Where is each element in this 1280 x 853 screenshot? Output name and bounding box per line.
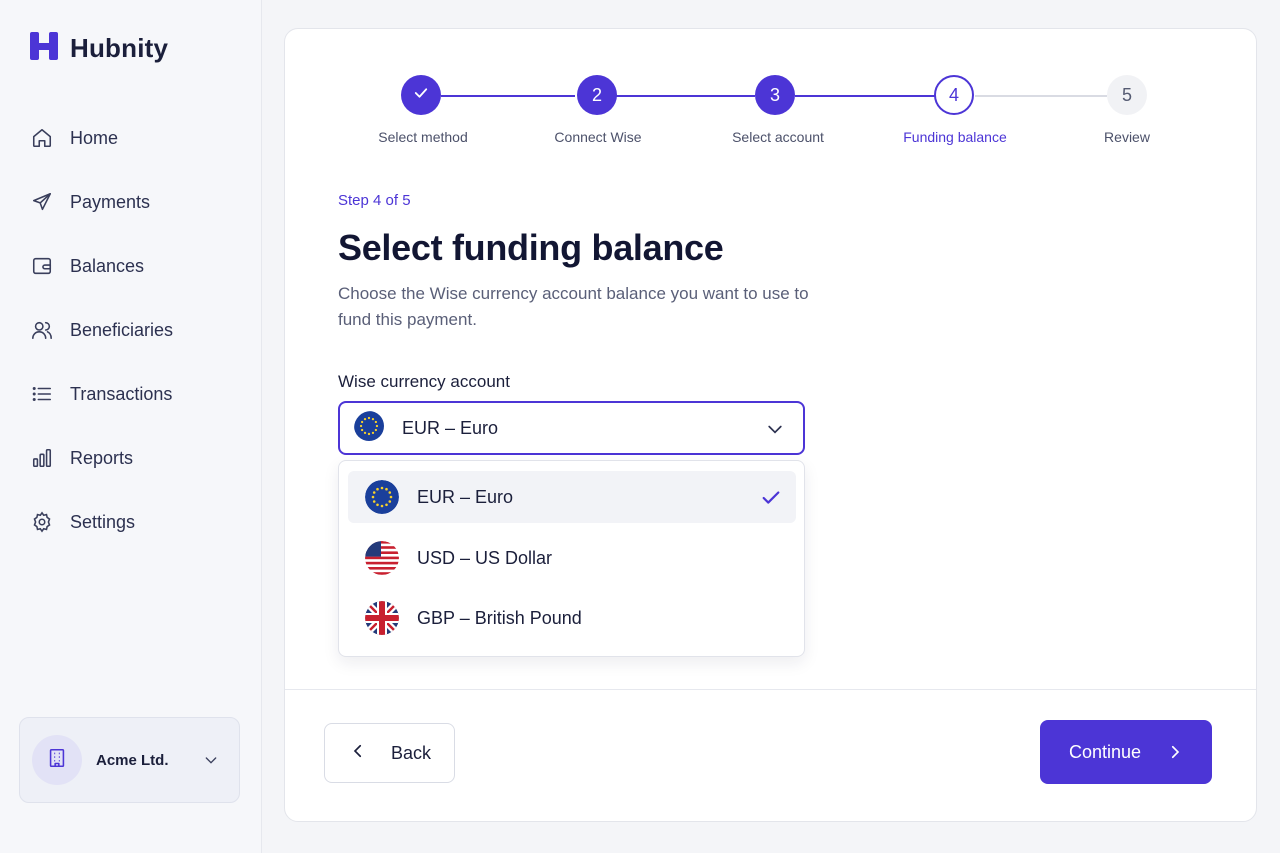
step-5-label: Review [1104,129,1150,145]
gear-icon [30,510,54,534]
step-connector [615,95,755,97]
step-connector [975,95,1107,97]
sidebar-item-transactions[interactable]: Transactions [0,362,262,426]
eu-flag-icon [354,411,388,445]
hubnity-logo-icon [28,30,60,67]
step-3-label: Select account [732,129,824,145]
option-usd[interactable]: USD – US Dollar [348,532,796,584]
chevron-right-icon [1166,743,1184,766]
field-label: Wise currency account [338,372,510,391]
step-4-label: Funding balance [903,129,1007,145]
brand-name: Hubnity [70,33,169,63]
page-subtitle: Choose the Wise currency account balance… [338,284,809,329]
sidebar-item-home[interactable]: Home [0,106,262,170]
sidebar-item-label: Settings [70,511,136,532]
step-5-circle: 5 [1107,75,1147,115]
avatar [32,735,82,785]
chevron-down-icon [765,419,785,444]
option-gbp[interactable]: GBP – British Pound [348,592,796,644]
sidebar-item-label: Reports [70,447,134,468]
back-button-label: Back [391,742,432,763]
building-icon [46,747,68,774]
list-icon [30,382,54,406]
footer-divider [285,689,1256,690]
us-flag-icon [365,541,399,575]
step-2-circle: 2 [577,75,617,115]
org-switcher[interactable]: Acme Ltd. [19,717,240,803]
chevron-down-icon [203,752,219,773]
users-icon [30,318,54,342]
sidebar-nav: Home Payments Balances Beneficiaries Tra… [0,106,262,554]
step-3-circle: 3 [755,75,795,115]
org-name: Acme Ltd. [96,751,169,769]
select-value: EUR – Euro [402,417,499,438]
step-4-circle: 4 [934,75,974,115]
currency-dropdown: EUR – Euro USD – US Dollar GBP – British… [338,460,805,657]
step-1-circle [401,75,441,115]
option-eur[interactable]: EUR – Euro [348,471,796,523]
currency-account-select[interactable]: EUR – Euro [338,401,805,455]
main-panel: 2 3 4 5 Select method Connect Wise Selec… [284,28,1257,822]
sidebar-item-label: Home [70,127,119,148]
page-title: Select funding balance [338,227,724,268]
step-count: Step 4 of 5 [338,192,411,209]
back-button[interactable]: Back [324,723,455,783]
uk-flag-icon [365,601,399,635]
sidebar-item-balances[interactable]: Balances [0,234,262,298]
sidebar-item-label: Transactions [70,383,173,404]
option-label: USD – US Dollar [417,547,553,568]
continue-button[interactable]: Continue [1040,720,1212,784]
continue-button-label: Continue [1069,741,1142,762]
sidebar-item-label: Balances [70,255,145,276]
send-icon [30,190,54,214]
bar-chart-icon [30,446,54,470]
step-connector [795,95,935,97]
step-2-label: Connect Wise [554,129,642,145]
option-label: GBP – British Pound [417,607,582,628]
step-1-label: Select method [378,129,468,145]
home-icon [30,126,54,150]
step-connector [441,95,575,97]
stepper: 2 3 4 5 Select method Connect Wise Selec… [285,29,1258,189]
check-icon [760,487,782,514]
brand[interactable]: Hubnity [28,30,168,67]
sidebar-item-payments[interactable]: Payments [0,170,262,234]
sidebar-item-label: Payments [70,191,151,212]
wallet-icon [30,254,54,278]
sidebar: Hubnity Home Payments Balances Beneficia… [0,0,262,853]
sidebar-item-beneficiaries[interactable]: Beneficiaries [0,298,262,362]
sidebar-item-label: Beneficiaries [70,319,174,340]
chevron-left-icon [349,742,367,765]
sidebar-item-settings[interactable]: Settings [0,490,262,554]
eu-flag-icon [365,480,399,514]
check-icon [412,84,430,107]
sidebar-item-reports[interactable]: Reports [0,426,262,490]
option-label: EUR – Euro [417,486,514,507]
